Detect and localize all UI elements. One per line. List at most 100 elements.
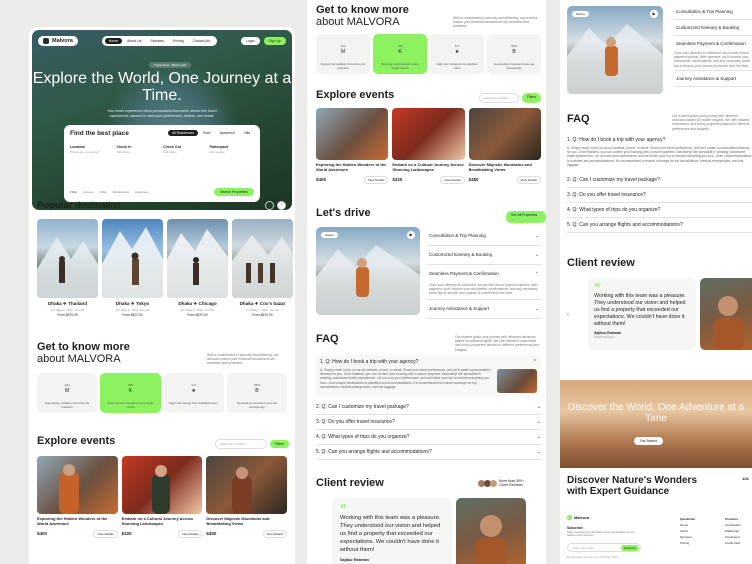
filter-restaurants[interactable]: Restaurants xyxy=(113,190,129,194)
faq-item[interactable]: 5. Q: Can you arrange flights and accomm… xyxy=(567,218,752,234)
logo[interactable]: Malvora xyxy=(38,36,78,46)
checkout-field[interactable]: Check Out Add dates xyxy=(163,145,208,154)
filters-button[interactable]: Filters xyxy=(270,440,289,448)
service-item[interactable]: Seamless Payment & Confirmation ⌃ xyxy=(427,265,541,283)
faq-item[interactable]: 2. Q: Can I customize my travel package?… xyxy=(316,400,541,415)
filter-houses[interactable]: Houses xyxy=(83,190,93,194)
logo-icon xyxy=(43,38,49,44)
faq-item-open[interactable]: 1. Q: How do I book a trip with your age… xyxy=(567,134,752,171)
get-started-button[interactable]: Get Started xyxy=(634,437,663,445)
nav-pricing[interactable]: Pricing xyxy=(169,38,188,44)
login-button[interactable]: Login xyxy=(240,37,260,45)
footer-link[interactable]: AI Assistant xyxy=(725,523,741,527)
event-meta: $400 View Details xyxy=(316,175,389,184)
drive-video[interactable]: Nature ▶ xyxy=(316,227,420,315)
nav-home[interactable]: Home xyxy=(104,38,123,44)
avatar xyxy=(490,479,497,487)
footer-logo[interactable]: Malvora xyxy=(567,515,589,520)
faq-item[interactable]: 4. Q: What types of trips do you organiz… xyxy=(567,203,752,219)
tab-hotel[interactable]: Hotel xyxy=(199,130,215,136)
services-list: Consultation & Trip Planning Customized … xyxy=(674,4,752,87)
service-item[interactable]: Consultation & Trip Planning xyxy=(674,4,752,20)
tab-all[interactable]: All Residences xyxy=(168,130,198,136)
service-item[interactable]: Journey Assistance & Support ⌄ xyxy=(427,300,541,319)
view-details-button[interactable]: View Details xyxy=(363,175,389,184)
review-title: Client review xyxy=(316,477,384,489)
view-details-button[interactable]: View Details xyxy=(440,175,465,184)
faq-title: FAQ xyxy=(567,113,590,125)
destination-card[interactable]: Dhaka ✈ Chicago Fri, May 2 - Mon, Jun 10… xyxy=(167,219,228,317)
drive-video[interactable]: Nature ▶ xyxy=(567,6,663,94)
event-image xyxy=(37,456,118,514)
destination-card[interactable]: Dhaka ✈ Thailand Fri, May 2 - Mon, Jun 1… xyxy=(37,219,98,317)
footer-link[interactable]: Pricing xyxy=(680,541,689,545)
nav-about[interactable]: About Us xyxy=(123,38,145,44)
faq-list: 1. Q: How do I book a trip with your age… xyxy=(567,134,752,234)
faq-item[interactable]: 5. Q: Can you arrange flights and accomm… xyxy=(316,445,541,460)
see-all-button[interactable]: See All Properties → xyxy=(506,211,546,223)
services-list: Consultation & Trip Planning ⌄ Customized… xyxy=(427,227,541,319)
view-details-button[interactable]: View Details xyxy=(93,529,118,538)
tab-apartment[interactable]: Apartment xyxy=(216,130,239,136)
signup-button[interactable]: Sign Up xyxy=(263,37,286,45)
view-details-button[interactable]: View Details xyxy=(177,529,203,538)
destination-card[interactable]: Dhaka ✈ Tokyo Fri, May 2 - Mon, Jun 10 F… xyxy=(102,219,163,317)
nav-contact[interactable]: Contact Us xyxy=(189,38,214,44)
view-details-button[interactable]: View Details xyxy=(262,529,288,538)
faq-item[interactable]: 3. Q: Do you offer travel insurance? xyxy=(567,188,752,204)
location-field[interactable]: Location Where are you going? xyxy=(70,145,115,154)
footer-link[interactable]: About xyxy=(680,529,688,533)
chevron-down-icon: ⌄ xyxy=(535,233,539,238)
event-card[interactable]: Embark on a Cultural Journey Across Stun… xyxy=(392,108,465,184)
event-card[interactable]: Embark on a Cultural Journey Across Stun… xyxy=(121,456,203,538)
email-input[interactable]: Enter your email xyxy=(573,546,593,550)
footer-title: Discover Nature's Wonders with Expert Gu… xyxy=(567,475,698,497)
event-card[interactable]: Discover Majestic Mountains and Breathta… xyxy=(468,108,541,184)
footer-link[interactable]: Credit Card xyxy=(725,541,740,545)
nav-services[interactable]: Services xyxy=(147,38,168,44)
service-item[interactable]: Seamless Payment & Confirmation xyxy=(674,36,752,51)
next-arrow-icon[interactable]: › xyxy=(277,201,286,210)
service-item[interactable]: Customized Itinerary & Booking xyxy=(674,20,752,36)
search-properties-button[interactable]: Search Properties xyxy=(213,188,254,196)
footer-link[interactable]: Investment xyxy=(725,535,740,539)
faq-answer: A: Simply reach out to us via our websit… xyxy=(320,368,491,389)
prev-arrow-icon[interactable]: ‹ xyxy=(567,312,569,318)
chevron-down-icon: ⌄ xyxy=(535,252,539,257)
destination-image xyxy=(37,219,98,298)
filter-villas[interactable]: Villas xyxy=(100,190,107,194)
footer-link[interactable]: Home xyxy=(680,523,688,527)
location-search-input[interactable]: Search by Location xyxy=(479,93,520,103)
event-meta: $450 View Details xyxy=(469,175,541,184)
view-details-button[interactable]: View Details xyxy=(516,175,541,184)
footer-link[interactable]: Wallet App xyxy=(725,529,739,533)
filter-apartment[interactable]: Apartment xyxy=(135,190,149,194)
destination-card[interactable]: Dhaka ✈ Cox's bazar Fri, May 2 - Mon, Ju… xyxy=(232,219,293,317)
faq-item[interactable]: 2. Q: Can I customize my travel package? xyxy=(567,173,752,189)
review-quote: Working with this team was a pleasure. T… xyxy=(340,515,441,553)
event-card[interactable]: Exploring the Hidden Wonders of the Worl… xyxy=(316,108,389,184)
prev-arrow-icon[interactable]: ‹ xyxy=(265,201,274,210)
faq-title: FAQ xyxy=(316,333,339,345)
event-card[interactable]: Exploring the Hidden Wonders of the Worl… xyxy=(37,456,118,538)
play-icon[interactable]: ▶ xyxy=(407,231,415,239)
chevron-down-icon: ⌄ xyxy=(536,404,541,410)
event-card[interactable]: Discover Majestic Mountains and Breathta… xyxy=(206,456,288,538)
stat-card: 5.0 ★ High star ratings from satisfied use… xyxy=(163,373,224,413)
faq-item[interactable]: 4. Q: What types of trips do you organiz… xyxy=(316,430,541,445)
footer-link[interactable]: Services xyxy=(680,535,692,539)
checkin-field[interactable]: Check In Add dates xyxy=(117,145,162,154)
filters-button[interactable]: Filters xyxy=(522,93,541,103)
location-search-input[interactable]: Search by Location xyxy=(215,439,268,449)
subscribe-button[interactable]: Subscribe xyxy=(620,545,639,551)
service-item[interactable]: Journey Assistance & Support xyxy=(674,71,752,87)
service-item[interactable]: Customized Itinerary & Booking ⌄ xyxy=(427,246,541,265)
tab-villa[interactable]: Villa xyxy=(240,130,254,136)
faq-item-open[interactable]: 1. Q: How do I book a trip with your age… xyxy=(316,355,541,397)
participant-field[interactable]: Participant Add guests xyxy=(210,145,255,154)
service-item[interactable]: Consultation & Trip Planning ⌄ xyxy=(427,227,541,246)
subscribe-desc: Stay connected for the latest news and u… xyxy=(567,530,635,538)
faq-item[interactable]: 3. Q: Do you offer travel insurance? ⌄ xyxy=(316,415,541,430)
destination-price: From $670.00 xyxy=(57,313,78,317)
play-icon[interactable]: ▶ xyxy=(650,10,658,18)
